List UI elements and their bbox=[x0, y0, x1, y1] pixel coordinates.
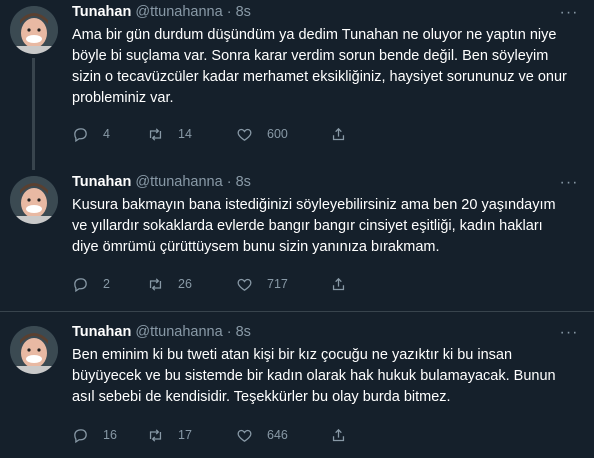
display-name[interactable]: Tunahan bbox=[72, 4, 131, 20]
tweet-actions: 4 14 600 bbox=[72, 124, 582, 144]
like-count: 717 bbox=[267, 277, 288, 291]
reply-count: 2 bbox=[103, 277, 110, 291]
reply-icon bbox=[74, 428, 87, 443]
separator: · bbox=[226, 324, 232, 340]
timestamp[interactable]: 8s bbox=[236, 174, 251, 190]
user-handle[interactable]: @ttunahanna bbox=[135, 174, 222, 190]
tweet[interactable]: Tunahan @ttunahanna · 8s ··· Kusura bakm… bbox=[0, 170, 594, 308]
retweet-count: 26 bbox=[178, 277, 192, 291]
like-count: 600 bbox=[267, 127, 288, 141]
tweet-header: Tunahan @ttunahanna · 8s bbox=[72, 172, 251, 192]
tweet-header: Tunahan @ttunahanna · 8s bbox=[72, 322, 251, 342]
like-button[interactable]: 646 bbox=[236, 425, 288, 445]
separator: · bbox=[226, 174, 232, 190]
user-handle[interactable]: @ttunahanna bbox=[135, 324, 222, 340]
more-icon[interactable]: ··· bbox=[558, 175, 580, 192]
reply-button[interactable]: 4 bbox=[72, 124, 110, 144]
avatar[interactable] bbox=[10, 326, 58, 374]
tweet[interactable]: Tunahan @ttunahanna · 8s ··· Ben eminim … bbox=[0, 320, 594, 458]
retweet-count: 17 bbox=[178, 428, 192, 442]
display-name[interactable]: Tunahan bbox=[72, 324, 131, 340]
reply-icon bbox=[74, 127, 87, 142]
thread-line bbox=[32, 58, 35, 170]
share-button[interactable] bbox=[330, 425, 347, 445]
retweet-button[interactable]: 17 bbox=[147, 425, 192, 445]
avatar[interactable] bbox=[10, 176, 58, 224]
avatar[interactable] bbox=[10, 6, 58, 54]
tweet-text: Kusura bakmayın bana istediğinizi söyley… bbox=[72, 197, 556, 255]
timestamp[interactable]: 8s bbox=[236, 324, 251, 340]
tweet-actions: 2 26 717 bbox=[72, 274, 582, 294]
share-icon bbox=[332, 277, 345, 290]
retweet-button[interactable]: 14 bbox=[147, 124, 192, 144]
like-count: 646 bbox=[267, 428, 288, 442]
retweet-icon bbox=[149, 277, 162, 291]
tweet-divider bbox=[0, 311, 594, 312]
tweet-text: Ama bir gün durdum düşündüm ya dedim Tun… bbox=[72, 27, 567, 106]
reply-button[interactable]: 16 bbox=[72, 425, 117, 445]
retweet-count: 14 bbox=[178, 127, 192, 141]
tweet-header: Tunahan @ttunahanna · 8s bbox=[72, 2, 251, 22]
retweet-button[interactable]: 26 bbox=[147, 274, 192, 294]
retweet-icon bbox=[149, 127, 162, 141]
more-icon[interactable]: ··· bbox=[558, 5, 580, 22]
reply-count: 4 bbox=[103, 127, 110, 141]
heart-icon bbox=[237, 278, 252, 291]
tweet-actions: 16 17 646 bbox=[72, 425, 582, 445]
like-button[interactable]: 717 bbox=[236, 274, 288, 294]
retweet-icon bbox=[149, 428, 162, 442]
separator: · bbox=[226, 4, 232, 20]
share-button[interactable] bbox=[330, 124, 347, 144]
display-name[interactable]: Tunahan bbox=[72, 174, 131, 190]
like-button[interactable]: 600 bbox=[236, 124, 288, 144]
reply-icon bbox=[74, 277, 87, 292]
more-icon[interactable]: ··· bbox=[558, 325, 580, 342]
heart-icon bbox=[237, 429, 252, 442]
heart-icon bbox=[237, 128, 252, 141]
user-handle[interactable]: @ttunahanna bbox=[135, 4, 222, 20]
reply-count: 16 bbox=[103, 428, 117, 442]
timestamp[interactable]: 8s bbox=[236, 4, 251, 20]
tweet-text: Ben eminim ki bu tweti atan kişi bir kız… bbox=[72, 347, 556, 405]
share-icon bbox=[332, 127, 345, 140]
share-button[interactable] bbox=[330, 274, 347, 294]
share-icon bbox=[332, 428, 345, 441]
reply-button[interactable]: 2 bbox=[72, 274, 110, 294]
tweet[interactable]: Tunahan @ttunahanna · 8s ··· Ama bir gün… bbox=[0, 0, 594, 170]
